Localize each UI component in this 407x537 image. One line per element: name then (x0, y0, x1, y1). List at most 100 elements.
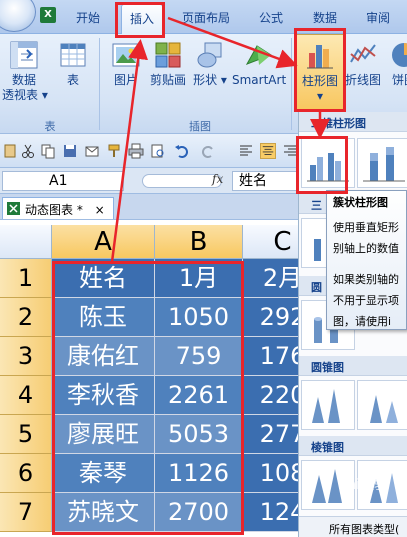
cell-a6[interactable]: 秦琴 (52, 454, 155, 493)
column-chart-icon (307, 45, 333, 69)
tooltip-line: 不用于显示项 (333, 294, 399, 307)
pivot-table-icon (10, 41, 38, 69)
picture-button[interactable]: 图片 (108, 40, 144, 88)
cell-b2[interactable]: 1050 (155, 298, 243, 337)
cell-c5[interactable]: 277 (243, 415, 300, 454)
excel-sheet-icon (7, 202, 20, 215)
copy-icon[interactable] (40, 143, 56, 159)
all-chart-types-label: 所有图表类型( (329, 523, 400, 536)
formula-input[interactable]: 姓名 (232, 171, 302, 191)
column-header-a[interactable]: A (52, 225, 155, 259)
cell-a7[interactable]: 苏晓文 (52, 493, 155, 532)
formula-scrollbar[interactable] (142, 174, 222, 188)
column-chart-button[interactable]: 柱形图 ▾ (296, 34, 344, 110)
cell-b5[interactable]: 5053 (155, 415, 243, 454)
group-separator (99, 38, 100, 130)
cell-a1[interactable]: 姓名 (52, 259, 155, 298)
group-label-tables: 表 (44, 120, 56, 133)
row-header-4[interactable]: 4 (0, 376, 52, 415)
watermark: Bai经验 (338, 477, 389, 493)
clustered-column-thumb[interactable] (301, 138, 355, 188)
clipart-label: 剪贴画 (149, 73, 186, 87)
cell-a5[interactable]: 廖展旺 (52, 415, 155, 454)
tab-review[interactable]: 审阅 (366, 9, 390, 26)
pivot-table-button[interactable]: 数据 透视表 ▾ (2, 40, 48, 103)
shapes-dropdown-icon: ▾ (220, 73, 227, 87)
clustered-column-icon (307, 153, 349, 182)
cell-a3[interactable]: 康佑红 (52, 337, 155, 376)
fx-icon[interactable]: fx (212, 172, 223, 186)
column-header-b[interactable]: B (155, 225, 243, 259)
pie-chart-button[interactable]: 饼图 (386, 40, 407, 88)
close-icon[interactable]: × (95, 203, 105, 217)
column-header-c[interactable]: C (243, 225, 300, 259)
cell-b1[interactable]: 1月 (155, 259, 243, 298)
pie-chart-label: 饼图 (391, 73, 407, 87)
align-right-icon[interactable] (282, 143, 298, 159)
redo-icon[interactable] (200, 143, 216, 159)
cell-a2[interactable]: 陈玉 (52, 298, 155, 337)
paste-icon[interactable] (2, 143, 18, 159)
clipart-button[interactable]: 剪贴画 (146, 40, 190, 88)
column-chart-label: 柱形图 (301, 74, 338, 88)
row-header-7[interactable]: 7 (0, 493, 52, 532)
table-icon (60, 43, 86, 67)
stacked-cone-icon (370, 395, 398, 423)
smartart-button[interactable]: SmartArt (232, 40, 286, 88)
row-header-5[interactable]: 5 (0, 415, 52, 454)
smartart-icon (245, 45, 273, 65)
tab-home[interactable]: 开始 (76, 9, 100, 26)
gallery-section-pyramid: 棱锥图 (299, 436, 407, 456)
cell-c1[interactable]: 2月 (243, 259, 300, 298)
align-left-icon[interactable] (238, 143, 254, 159)
shapes-button[interactable]: 形状 ▾ (192, 40, 228, 88)
table-button[interactable]: 表 (58, 40, 88, 88)
tab-page-layout[interactable]: 页面布局 (182, 9, 230, 26)
row-header-1[interactable]: 1 (0, 259, 52, 298)
print-preview-icon[interactable] (150, 143, 166, 159)
stacked-cone-thumb[interactable] (357, 380, 407, 430)
cell-b6[interactable]: 1126 (155, 454, 243, 493)
print-icon[interactable] (128, 143, 144, 159)
stacked-column-thumb[interactable] (357, 138, 407, 188)
tab-data[interactable]: 数据 (313, 9, 337, 26)
tab-formulas[interactable]: 公式 (259, 9, 283, 26)
cell-b4[interactable]: 2261 (155, 376, 243, 415)
cone-thumb[interactable] (301, 380, 355, 430)
picture-label: 图片 (113, 73, 138, 87)
cell-b3[interactable]: 759 (155, 337, 243, 376)
select-all-corner[interactable] (0, 225, 52, 259)
group-separator (291, 38, 292, 130)
email-icon[interactable] (84, 143, 100, 159)
cell-c6[interactable]: 108 (243, 454, 300, 493)
cell-c3[interactable]: 176 (243, 337, 300, 376)
excel-app-icon: X (40, 7, 56, 23)
cell-c7[interactable]: 124 (243, 493, 300, 532)
save-icon[interactable] (62, 143, 78, 159)
name-box[interactable]: A1 (2, 171, 124, 191)
gallery-section-2d-column: 二维柱形图 (299, 112, 407, 132)
tab-insert[interactable]: 插入 (121, 4, 164, 35)
smartart-label: SmartArt (232, 73, 287, 87)
line-chart-icon (350, 44, 376, 63)
clipart-icon (155, 42, 181, 68)
cell-c2[interactable]: 292 (243, 298, 300, 337)
row-header-3[interactable]: 3 (0, 337, 52, 376)
row-header-6[interactable]: 6 (0, 454, 52, 493)
cell-a4[interactable]: 李秋香 (52, 376, 155, 415)
cell-c4[interactable]: 220 (243, 376, 300, 415)
format-painter-icon[interactable] (106, 143, 122, 159)
line-chart-button[interactable]: 折线图 (345, 40, 381, 88)
tooltip-line: 图，请使用i (333, 315, 392, 328)
shapes-icon (197, 42, 222, 68)
sheet-tab-dynamic-chart[interactable]: 动态图表 * × (2, 197, 114, 219)
cut-icon[interactable] (20, 143, 36, 159)
ribbon-tab-bar: X 开始 插入 页面布局 公式 数据 审阅 (0, 0, 407, 35)
all-chart-types-button[interactable]: 所有图表类型( (299, 516, 407, 537)
picture-icon (112, 43, 140, 67)
row-header-2[interactable]: 2 (0, 298, 52, 337)
office-button[interactable] (0, 0, 36, 32)
cell-b7[interactable]: 2700 (155, 493, 243, 532)
undo-icon[interactable] (174, 143, 190, 159)
align-center-icon[interactable] (260, 143, 276, 159)
